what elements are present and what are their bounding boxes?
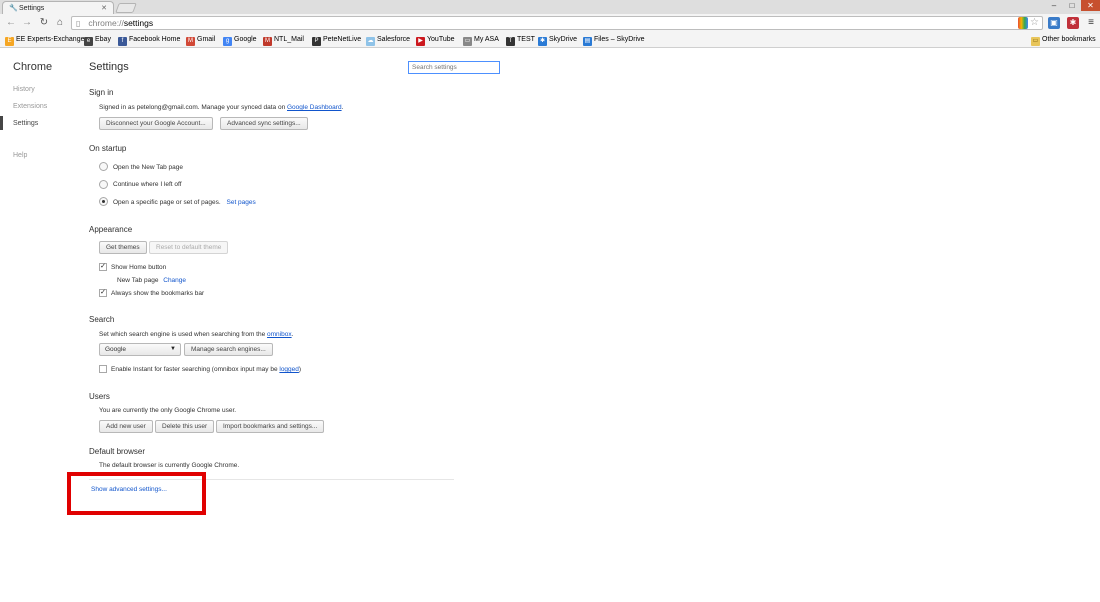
bookmark-item[interactable]: ☁ Salesforce — [366, 35, 410, 46]
page-icon: ▯ — [76, 19, 81, 28]
bookmark-item[interactable]: M NTL_Mail — [263, 35, 304, 46]
delete-user-button[interactable]: Delete this user — [155, 420, 215, 433]
set-pages-link[interactable]: Set pages — [227, 199, 256, 206]
bookmark-item[interactable]: e Ebay — [84, 35, 111, 46]
bookmark-favicon-icon: M — [263, 37, 272, 46]
bookmark-item[interactable]: ▭ My ASA — [463, 35, 499, 46]
sidebar-item-settings[interactable]: Settings — [13, 120, 38, 127]
bookmark-item[interactable]: ▤ Files – SkyDrive — [583, 35, 645, 46]
dropdown-arrow-icon: ▼ — [170, 346, 176, 352]
forward-arrow-icon[interactable]: → — [20, 16, 34, 30]
change-home-link[interactable]: Change — [163, 277, 186, 284]
star-icon[interactable]: ☆ — [1030, 17, 1039, 28]
tab-title: Settings — [18, 5, 45, 12]
bookmark-favicon-icon: e — [84, 37, 93, 46]
get-themes-button[interactable]: Get themes — [99, 241, 147, 254]
page-title: Settings — [89, 61, 129, 73]
users-text: You are currently the only Google Chrome… — [99, 407, 237, 414]
bookmark-favicon-icon: ▤ — [583, 37, 592, 46]
bookmark-favicon-icon: P — [312, 37, 321, 46]
extension-lastpass-icon[interactable]: ✱ — [1067, 17, 1079, 29]
sidebar-item-help[interactable]: Help — [13, 152, 27, 159]
sidebar-title: Chrome — [13, 61, 53, 73]
extension-screen-icon[interactable]: ▣ — [1048, 17, 1060, 29]
bookmark-favicon-icon: E — [5, 37, 14, 46]
search-engine-select[interactable]: Google ▼ — [99, 343, 181, 356]
highlight-annotation-box — [67, 472, 206, 515]
radio-label: Open a specific page or set of pages. Se… — [113, 199, 256, 206]
bookmark-item[interactable]: E EE Experts-Exchange — [5, 35, 84, 46]
advanced-sync-button[interactable]: Advanced sync settings... — [220, 117, 308, 130]
bookmark-favicon-icon: ▶ — [416, 37, 425, 46]
extension-colors-icon[interactable] — [1018, 17, 1028, 29]
radio-label: Open the New Tab page — [113, 164, 183, 171]
checkbox-label: Always show the bookmarks bar — [111, 290, 205, 297]
search-settings-input[interactable] — [408, 61, 500, 74]
bookmarks-bar: E EE Experts-Exchange e Ebay f Facebook Hom… — [0, 32, 1100, 48]
show-bookmarks-checkbox[interactable]: ✓ — [99, 289, 107, 297]
section-title-sign-in: Sign in — [89, 88, 114, 97]
search-text: Set which search engine is used when sea… — [99, 331, 294, 338]
enable-instant-checkbox[interactable] — [99, 365, 107, 373]
section-title-search: Search — [89, 315, 115, 324]
sign-in-text: Signed in as petelong@gmail.com. Manage … — [99, 104, 344, 111]
section-title-default-browser: Default browser — [89, 447, 146, 456]
bookmark-item[interactable]: M Gmail — [186, 35, 215, 46]
folder-icon: ▭ — [1031, 37, 1040, 46]
google-dashboard-link[interactable]: Google Dashboard — [287, 104, 342, 111]
bookmark-item[interactable]: g Google — [223, 35, 257, 46]
bookmark-item[interactable]: ▶ YouTube — [416, 35, 455, 46]
selected-indicator — [0, 116, 3, 130]
add-user-button[interactable]: Add new user — [99, 420, 153, 433]
sidebar-item-history[interactable]: History — [13, 86, 35, 93]
section-title-appearance: Appearance — [89, 225, 133, 234]
other-bookmarks[interactable]: ▭ Other bookmarks — [1031, 35, 1096, 46]
tab-settings[interactable]: 🔧 Settings ✕ — [2, 1, 114, 15]
logged-link[interactable]: logged — [279, 366, 299, 373]
bookmark-favicon-icon: ☁ — [366, 37, 375, 46]
reload-icon[interactable]: ↻ — [37, 16, 51, 30]
wrench-icon: 🔧 — [9, 5, 18, 12]
bookmark-favicon-icon: g — [223, 37, 232, 46]
bookmark-favicon-icon: ▭ — [463, 37, 472, 46]
back-arrow-icon[interactable]: ← — [4, 16, 18, 30]
checkbox-label: Show Home button — [111, 264, 167, 271]
show-home-checkbox[interactable]: ✓ — [99, 263, 107, 271]
url-scheme: chrome:// — [88, 18, 124, 28]
url-path: settings — [123, 18, 154, 28]
bookmark-item[interactable]: P PeteNetLive — [312, 35, 361, 46]
reset-theme-button[interactable]: Reset to default theme — [149, 241, 229, 254]
disconnect-account-button[interactable]: Disconnect your Google Account... — [99, 117, 213, 130]
radio-continue[interactable] — [99, 180, 108, 189]
bookmark-item[interactable]: T TEST — [506, 35, 535, 46]
section-title-users: Users — [89, 392, 110, 401]
radio-new-tab[interactable] — [99, 162, 108, 171]
bookmark-favicon-icon: f — [118, 37, 127, 46]
minimize-button[interactable]: – — [1045, 0, 1063, 11]
radio-label: Continue where I left off — [113, 181, 182, 188]
import-bookmarks-button[interactable]: Import bookmarks and settings... — [216, 420, 325, 433]
manage-search-engines-button[interactable]: Manage search engines... — [184, 343, 273, 356]
maximize-button[interactable]: □ — [1063, 0, 1081, 11]
close-tab-icon[interactable]: ✕ — [101, 4, 107, 12]
bookmark-item[interactable]: ✱ SkyDrive — [538, 35, 577, 46]
close-window-button[interactable]: ✕ — [1081, 0, 1100, 11]
radio-specific-pages[interactable] — [99, 197, 108, 206]
bookmark-favicon-icon: M — [186, 37, 195, 46]
bookmark-favicon-icon: T — [506, 37, 515, 46]
bookmark-favicon-icon: ✱ — [538, 37, 547, 46]
toolbar: ← → ↻ ⌂ ▯ chrome://settings ☆ ▣ ✱ ≡ — [0, 14, 1100, 32]
section-title-startup: On startup — [89, 144, 127, 153]
new-tab-button[interactable] — [115, 3, 137, 13]
home-page-setting: New Tab page Change — [117, 277, 187, 284]
sidebar-item-extensions[interactable]: Extensions — [13, 103, 47, 110]
bookmark-item[interactable]: f Facebook Home — [118, 35, 180, 46]
home-icon[interactable]: ⌂ — [53, 16, 67, 30]
instant-label: Enable Instant for faster searching (omn… — [111, 366, 302, 373]
menu-icon[interactable]: ≡ — [1085, 17, 1097, 29]
default-browser-text: The default browser is currently Google … — [99, 462, 240, 469]
omnibox-link[interactable]: omnibox — [267, 331, 292, 338]
title-bar: 🔧 Settings ✕ – □ ✕ — [0, 0, 1100, 15]
address-bar[interactable]: ▯ chrome://settings ☆ — [71, 16, 1043, 30]
